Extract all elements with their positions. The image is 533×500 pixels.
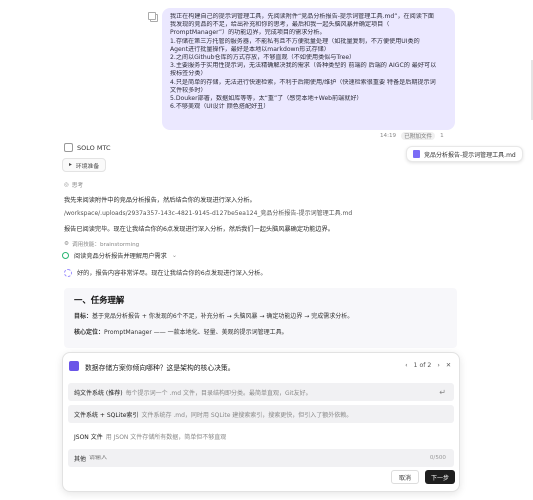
assistant-header: SOLO MTC — [64, 143, 111, 152]
user-message-line: 1.存储在第三方托管的服务器，不能私有且不方便批量处理（如批量复制，不方便使用U… — [170, 37, 420, 45]
goal-label: 目标： — [74, 313, 93, 320]
option-title: JSON 文件 — [74, 433, 103, 441]
enter-icon: ↵ — [439, 387, 446, 397]
user-message-line: 我发现的竞品的不足，给出补充和你的思考，最后和我一起头脑风暴并确定项目（ — [170, 21, 390, 29]
user-message-line: 6.不够美观（UI设计 颜色搭配好丑） — [170, 103, 270, 111]
option-title: 文件系统 + SQLite索引 — [74, 411, 139, 419]
play-icon: ▸ — [69, 162, 72, 168]
report-status-text: 报告已阅读完毕。现在让我结合你的6点发现进行深入分析，然后我们一起头脑风暴确定功… — [64, 226, 334, 233]
char-counter: 0/500 — [429, 455, 446, 461]
doc-heading: 一、任务理解 — [74, 295, 125, 305]
task-item: 阅读竞品分析报告并理解用户需求 ⌄ — [62, 251, 177, 260]
core-paragraph: 核心定位：PromptManager —— 一款本地化、轻量、美观的提示词管理工… — [74, 327, 447, 336]
copy-icon[interactable] — [148, 12, 158, 22]
user-message-line: 2.之间以Github仓库的方式存放，不够直观（不如使用类似与Tree） — [170, 54, 356, 62]
goal-paragraph: 目标：基于竞品分析报告 + 你发现的6个不足，补充分析 → 头脑风暴 → 确定功… — [74, 311, 447, 320]
user-message-line: 按标签分类） — [170, 70, 207, 78]
question-panel: 数据存储方案你倾向哪种？这是架构的核心决策。 ‹ 1 of 2 › ✕ 纯文件系… — [62, 352, 460, 492]
attachment-filename: 竞品分析报告-提示词管理工具.md — [424, 151, 516, 159]
skill-call[interactable]: ⚙ 调用技能：brainstorming — [64, 240, 139, 248]
assistant-name: SOLO MTC — [77, 143, 111, 152]
intro-text: 我先来阅读附件中的竞品分析报告，然后结合你的发现进行深入分析。 — [64, 197, 256, 204]
other-input[interactable] — [89, 455, 390, 461]
user-message-line: 文件较多时） — [170, 86, 207, 94]
skill-label: 调用技能：brainstorming — [72, 242, 140, 248]
option-desc: 用 JSON 文件存储所有数据，简单但不够直观 — [105, 433, 227, 441]
question-title: 数据存储方案你倾向哪种？这是架构的核心决策。 — [85, 364, 235, 372]
tool-icon: ⚙ — [64, 241, 70, 247]
user-message-line: 4.只是简单的存储，无法进行快速检索，不利于后期使用/维护（快速检索很重要 特备… — [170, 78, 436, 86]
user-message-line: Agent进行批量操作，最好是本地以markdown形式存储） — [170, 45, 330, 53]
file-icon — [413, 150, 420, 158]
progress-label: 好的，报告内容非常详尽。现在让我结合你的6点发现进行深入分析。 — [77, 270, 267, 277]
option-json[interactable]: JSON 文件 用 JSON 文件存储所有数据，简单但不够直观 — [68, 427, 454, 445]
cancel-button[interactable]: 取消 — [391, 470, 419, 484]
thinking-label: 思考 — [71, 183, 84, 189]
question-icon — [69, 361, 79, 371]
core-label: 核心定位： — [74, 329, 105, 336]
option-desc: 每个提示词一个 .md 文件，目录结构即分类。最简单直观，Git友好。 — [125, 389, 312, 397]
user-message-line: 我正在构建自己的提示词管理工具，先阅读附件“竞品分析报告-提示词管理工具.md”… — [170, 13, 435, 20]
thinking-toggle[interactable]: ◎ 思考 — [64, 181, 83, 189]
user-message-line: PromptManager”）的功能边界，完成项目的需求分析。 — [170, 29, 326, 37]
option-title: 纯文件系统 (推荐) — [74, 389, 123, 397]
env-prep-toggle[interactable]: ▸ 环境准备 — [62, 158, 107, 172]
other-label: 其他 — [74, 455, 87, 463]
chevron-down-icon[interactable]: ⌄ — [172, 252, 177, 259]
message-meta: 14:19 已附加文件 1 — [380, 132, 444, 140]
bulb-icon: ◎ — [64, 182, 69, 188]
question-pager: ‹ 1 of 2 › ✕ — [405, 362, 451, 369]
file-path-link[interactable]: /workspace/.uploads/2937a357-143c-4821-9… — [64, 208, 352, 217]
attachment-file-chip[interactable]: 竞品分析报告-提示词管理工具.md — [406, 146, 523, 162]
option-file-system[interactable]: 纯文件系统 (推荐) 每个提示词一个 .md 文件，目录结构即分类。最简单直观，… — [68, 383, 454, 401]
user-message-line: 3.主要服务于实用性提示词，无法精确解决我的需求（各种类型的 前端的 后端的 A… — [170, 62, 437, 70]
prev-icon[interactable]: ‹ — [405, 362, 407, 369]
attachment-count: 1 — [440, 133, 444, 139]
check-circle-icon — [62, 252, 69, 259]
user-message-bubble: 我正在构建自己的提示词管理工具，先阅读附件“竞品分析报告-提示词管理工具.md”… — [162, 8, 455, 130]
core-text: PromptManager —— 一款本地化、轻量、美观的提示词管理工具。 — [104, 329, 288, 336]
next-button[interactable]: 下一步 — [425, 470, 455, 484]
option-other[interactable]: 其他 0/500 — [68, 449, 454, 467]
close-icon[interactable]: ✕ — [446, 362, 451, 369]
attachment-badge[interactable]: 已附加文件 — [401, 132, 436, 140]
option-file-sqlite[interactable]: 文件系统 + SQLite索引 文件系统存 .md，同时用 SQLite 建搜索… — [68, 405, 454, 423]
task-label: 阅读竞品分析报告并理解用户需求 — [74, 253, 167, 260]
analysis-document: 一、任务理解 目标：基于竞品分析报告 + 你发现的6个不足，补充分析 → 头脑风… — [64, 288, 457, 348]
user-message-line: 5.Douker部署，数据如库等等，太“重”了（感觉本地+Web前端就好） — [170, 95, 363, 103]
option-desc: 文件系统存 .md，同时用 SQLite 建搜索索引，搜索更快，但引入了额外依赖… — [141, 411, 353, 419]
next-icon[interactable]: › — [437, 362, 439, 369]
pager-text: 1 of 2 — [413, 362, 432, 369]
env-label: 环境准备 — [75, 163, 100, 170]
message-time: 14:19 — [380, 133, 397, 139]
chip-icon — [64, 143, 73, 152]
goal-text: 基于竞品分析报告 + 你发现的6个不足，补充分析 → 头脑风暴 → 确定功能边界… — [92, 313, 354, 320]
loading-spinner-icon — [64, 268, 72, 277]
progress-row: 好的，报告内容非常详尽。现在让我结合你的6点发现进行深入分析。 — [64, 268, 267, 277]
